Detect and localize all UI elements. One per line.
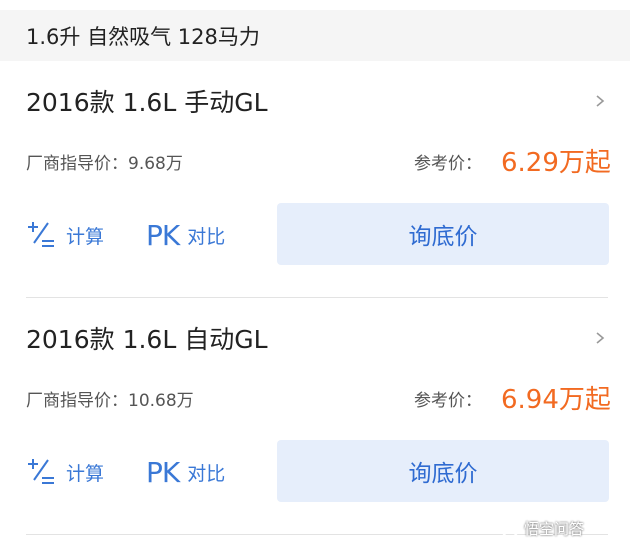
compare-label: 对比 <box>187 226 226 248</box>
compare-label: 对比 <box>187 463 226 485</box>
compare-button[interactable]: PK 对比 <box>146 219 225 252</box>
model-name[interactable]: 2016款 1.6L 手动GL <box>26 83 268 119</box>
calculator-icon <box>28 459 54 484</box>
reference-price: 6.29万起 <box>501 148 611 178</box>
chevron-right-icon[interactable] <box>594 95 606 107</box>
model-name[interactable]: 2016款 1.6L 自动GL <box>26 320 268 356</box>
engine-section-header: 1.6升 自然吸气 128马力 <box>0 10 630 61</box>
calculate-label: 计算 <box>66 462 105 485</box>
pk-icon: PK <box>146 219 180 252</box>
watermark: 悟空问答 <box>500 518 584 539</box>
ask-lowest-price-button[interactable]: 询底价 <box>277 203 609 265</box>
calculate-button[interactable]: 计算 <box>26 219 104 251</box>
engine-spec-text: 1.6升 自然吸气 128马力 <box>26 24 260 49</box>
chevron-right-icon[interactable] <box>594 332 606 344</box>
pk-icon: PK <box>146 456 180 489</box>
calculator-icon <box>28 222 54 247</box>
guide-price: 厂商指导价：10.68万 <box>26 391 194 411</box>
reference-price-label: 参考价： <box>414 391 482 411</box>
compare-button[interactable]: PK 对比 <box>146 456 225 489</box>
reference-price-label: 参考价： <box>414 154 482 174</box>
trim-card[interactable]: 2016款 1.6L 自动GL 厂商指导价：10.68万 参考价： 6.94万起… <box>0 298 630 535</box>
calculate-button[interactable]: 计算 <box>26 456 104 488</box>
speech-bubble-icon <box>501 519 519 538</box>
guide-price: 厂商指导价：9.68万 <box>26 154 183 174</box>
watermark-text: 悟空问答 <box>524 520 585 538</box>
calculate-label: 计算 <box>66 225 105 248</box>
reference-price: 6.94万起 <box>501 385 611 415</box>
ask-lowest-price-button[interactable]: 询底价 <box>277 440 609 502</box>
trim-card[interactable]: 2016款 1.6L 手动GL 厂商指导价：9.68万 参考价： 6.29万起 … <box>0 61 630 298</box>
